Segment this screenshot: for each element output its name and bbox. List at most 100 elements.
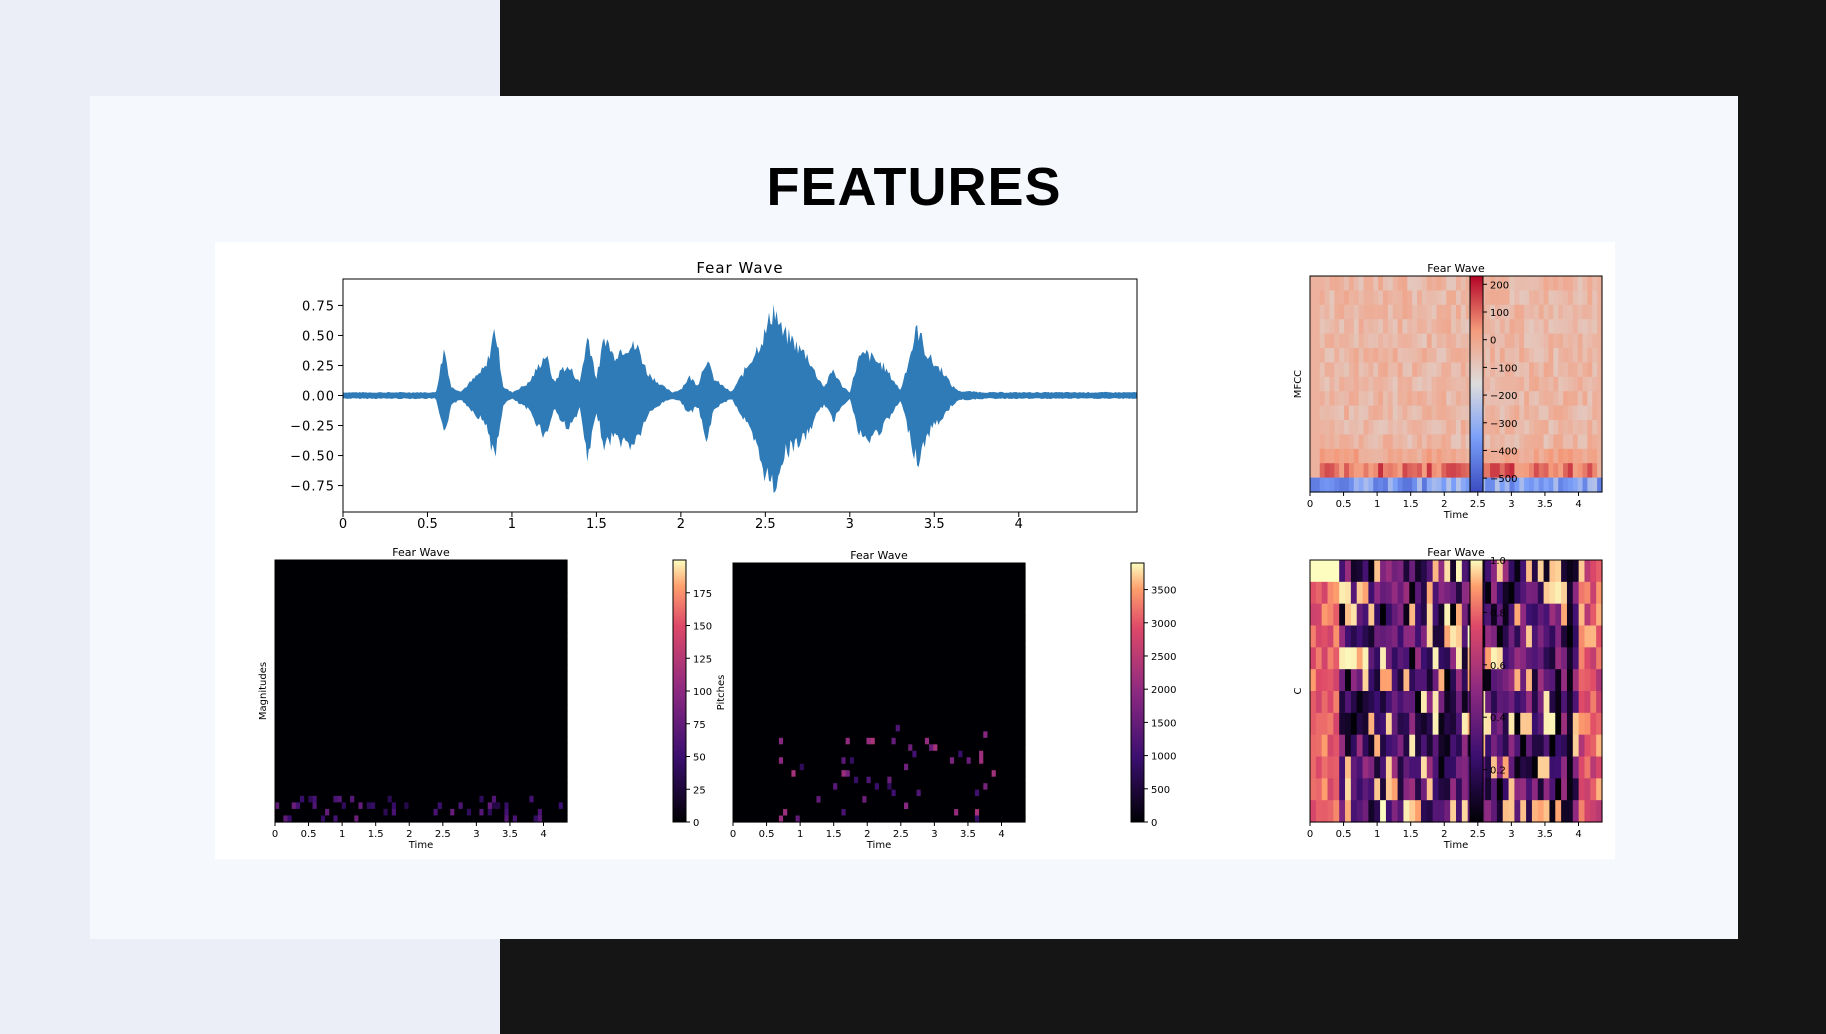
- magnitudes-cell: [308, 743, 314, 751]
- mfcc-cell: [1339, 304, 1345, 320]
- mfcc-cell: [1431, 405, 1438, 421]
- magnitudes-cell: [366, 612, 372, 620]
- magnitudes-cell: [375, 723, 380, 731]
- magnitudes-cell: [516, 566, 522, 574]
- pitches-cell: [820, 783, 826, 791]
- magnitudes-cell: [395, 802, 401, 810]
- pitches-cell: [849, 770, 855, 778]
- pitches-cell: [824, 679, 830, 687]
- pitches-cell: [766, 776, 772, 784]
- magnitudes-cell: [516, 763, 522, 771]
- pitches-cell: [841, 563, 847, 571]
- magnitudes-cell: [416, 710, 422, 718]
- pitches-cell: [841, 698, 847, 707]
- magnitudes-cell: [533, 625, 539, 633]
- magnitudes-cell: [496, 671, 501, 679]
- magnitudes-cell: [283, 684, 289, 692]
- magnitudes-cell: [279, 743, 284, 751]
- magnitudes-cell: [471, 730, 476, 738]
- pitches-cell: [774, 595, 780, 603]
- magnitudes-cell: [312, 599, 318, 607]
- magnitudes-cell: [279, 579, 284, 587]
- pitches-cell: [791, 679, 797, 687]
- pitches-cell: [787, 809, 792, 817]
- mfcc-cell: [1548, 276, 1554, 291]
- pitches-cell: [762, 582, 767, 590]
- magnitudes-cell: [295, 697, 301, 705]
- magnitudes-cell: [471, 677, 476, 686]
- pitches-cell: [774, 750, 780, 758]
- mfcc-cell: [1378, 405, 1384, 421]
- pitches-cell: [787, 666, 792, 674]
- magnitudes-cell: [479, 736, 485, 744]
- magnitudes-cell: [362, 645, 368, 653]
- magnitudes-cell: [429, 560, 435, 568]
- pitches-cell: [733, 757, 738, 765]
- magnitudes-cell: [275, 717, 280, 725]
- mfcc-cell: [1543, 348, 1550, 363]
- pitches-cell: [770, 569, 776, 577]
- mfcc-cell: [1363, 376, 1369, 392]
- pitches-cell: [770, 724, 776, 732]
- pitches-cell: [812, 679, 818, 687]
- mfcc-cell: [1519, 348, 1525, 363]
- pitches-cell: [778, 796, 784, 804]
- mfcc-cell: [1358, 477, 1365, 493]
- waveform-ytick-label: 0.50: [302, 329, 335, 344]
- magnitudes-cell: [300, 697, 305, 705]
- pitches-cell: [820, 647, 826, 655]
- magnitudes-cell: [541, 658, 547, 666]
- pitches-cell: [783, 679, 788, 687]
- mfcc-cell: [1407, 420, 1413, 435]
- magnitudes-cell: [429, 736, 435, 744]
- mfcc-cell: [1387, 376, 1394, 392]
- magnitudes-cell: [425, 632, 430, 640]
- pitches-cell: [774, 757, 780, 765]
- magnitudes-cell: [496, 586, 501, 594]
- pitches-cell: [812, 686, 818, 694]
- magnitudes-cell: [529, 717, 535, 725]
- magnitudes-cell: [341, 697, 347, 705]
- mfcc-cell: [1490, 376, 1496, 392]
- magnitudes-cell: [537, 789, 543, 797]
- magnitudes-cell: [437, 612, 443, 620]
- magnitudes-cell: [370, 808, 376, 817]
- magnitudes-cell: [325, 776, 330, 784]
- pitches-cell: [737, 802, 742, 810]
- mfcc-cell: [1368, 477, 1374, 493]
- magnitudes-cell: [350, 560, 355, 568]
- magnitudes-cell: [479, 586, 485, 594]
- magnitudes-cell: [362, 789, 368, 797]
- magnitudes-cell: [491, 723, 497, 731]
- pitches-cell: [803, 750, 809, 758]
- magnitudes-cell: [391, 684, 397, 692]
- magnitudes-cell: [512, 743, 518, 751]
- pitches-cell: [841, 724, 847, 732]
- mfcc-cell: [1373, 290, 1379, 306]
- magnitudes-cell: [395, 776, 401, 784]
- magnitudes-cell: [333, 789, 339, 797]
- magnitudes-cell: [416, 782, 422, 790]
- mfcc-cell: [1368, 420, 1374, 435]
- magnitudes-cell: [325, 618, 330, 627]
- magnitudes-cell: [508, 691, 514, 699]
- magnitudes-cell: [341, 756, 347, 764]
- magnitudes-cell: [454, 605, 460, 613]
- magnitudes-cell: [404, 769, 410, 777]
- pitches-cell: [787, 653, 792, 661]
- mfcc-cell: [1460, 304, 1467, 320]
- magnitudes-cell: [370, 691, 376, 699]
- pitches-cell: [845, 647, 851, 655]
- magnitudes-cell: [325, 592, 330, 600]
- magnitudes-cell: [491, 579, 497, 587]
- magnitudes-cell: [320, 691, 326, 699]
- magnitudes-cell: [529, 697, 535, 705]
- mfcc-cell: [1421, 448, 1428, 464]
- pitches-cell: [745, 608, 751, 616]
- pitches-cell: [733, 608, 738, 616]
- magnitudes-cell: [475, 592, 480, 600]
- pitches-cell: [812, 705, 818, 713]
- magnitudes-cell: [425, 736, 430, 744]
- mfcc-cell: [1451, 477, 1457, 493]
- pitches-cell: [795, 809, 801, 817]
